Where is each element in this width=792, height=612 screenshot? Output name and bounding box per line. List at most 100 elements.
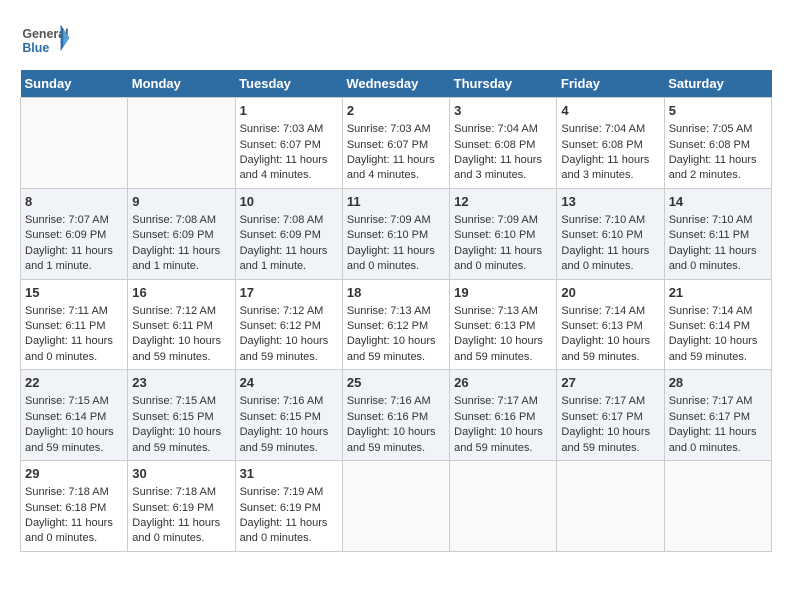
calendar-day-cell: 29 Sunrise: 7:18 AM Sunset: 6:18 PM Dayl… (21, 461, 128, 552)
day-number: 20 (561, 284, 659, 302)
sunrise-text: Sunrise: 7:14 AM (669, 304, 767, 319)
calendar-day-cell: 12 Sunrise: 7:09 AM Sunset: 6:10 PM Dayl… (450, 188, 557, 279)
sunset-text: Sunset: 6:07 PM (240, 138, 338, 153)
sunrise-text: Sunrise: 7:08 AM (132, 213, 230, 228)
calendar-week-row: 15 Sunrise: 7:11 AM Sunset: 6:11 PM Dayl… (21, 279, 772, 370)
day-number: 29 (25, 465, 123, 483)
weekday-header: Wednesday (342, 70, 449, 98)
day-number: 5 (669, 102, 767, 120)
sunrise-text: Sunrise: 7:13 AM (454, 304, 552, 319)
sunrise-text: Sunrise: 7:04 AM (561, 122, 659, 137)
day-number: 27 (561, 374, 659, 392)
daylight-label: Daylight: 11 hours and 1 minute. (25, 244, 123, 275)
sunset-text: Sunset: 6:13 PM (454, 319, 552, 334)
sunset-text: Sunset: 6:08 PM (561, 138, 659, 153)
sunrise-text: Sunrise: 7:14 AM (561, 304, 659, 319)
calendar-day-cell: 18 Sunrise: 7:13 AM Sunset: 6:12 PM Dayl… (342, 279, 449, 370)
sunset-text: Sunset: 6:10 PM (454, 228, 552, 243)
daylight-label: Daylight: 10 hours and 59 minutes. (454, 334, 552, 365)
day-number: 28 (669, 374, 767, 392)
weekday-header: Monday (128, 70, 235, 98)
daylight-label: Daylight: 10 hours and 59 minutes. (240, 334, 338, 365)
sunset-text: Sunset: 6:07 PM (347, 138, 445, 153)
daylight-label: Daylight: 11 hours and 0 minutes. (25, 516, 123, 547)
calendar-day-cell: 25 Sunrise: 7:16 AM Sunset: 6:16 PM Dayl… (342, 370, 449, 461)
daylight-label: Daylight: 10 hours and 59 minutes. (240, 425, 338, 456)
daylight-label: Daylight: 11 hours and 0 minutes. (132, 516, 230, 547)
calendar-day-cell: 17 Sunrise: 7:12 AM Sunset: 6:12 PM Dayl… (235, 279, 342, 370)
logo: General Blue (20, 20, 74, 60)
daylight-label: Daylight: 11 hours and 0 minutes. (669, 244, 767, 275)
sunrise-text: Sunrise: 7:11 AM (25, 304, 123, 319)
daylight-label: Daylight: 11 hours and 0 minutes. (561, 244, 659, 275)
sunset-text: Sunset: 6:16 PM (347, 410, 445, 425)
daylight-label: Daylight: 11 hours and 1 minute. (240, 244, 338, 275)
sunrise-text: Sunrise: 7:13 AM (347, 304, 445, 319)
daylight-label: Daylight: 11 hours and 1 minute. (132, 244, 230, 275)
calendar-week-row: 29 Sunrise: 7:18 AM Sunset: 6:18 PM Dayl… (21, 461, 772, 552)
sunset-text: Sunset: 6:16 PM (454, 410, 552, 425)
calendar-day-cell (557, 461, 664, 552)
calendar-day-cell: 27 Sunrise: 7:17 AM Sunset: 6:17 PM Dayl… (557, 370, 664, 461)
sunset-text: Sunset: 6:15 PM (132, 410, 230, 425)
daylight-label: Daylight: 11 hours and 3 minutes. (561, 153, 659, 184)
day-number: 3 (454, 102, 552, 120)
sunrise-text: Sunrise: 7:12 AM (240, 304, 338, 319)
calendar-day-cell: 9 Sunrise: 7:08 AM Sunset: 6:09 PM Dayli… (128, 188, 235, 279)
sunset-text: Sunset: 6:19 PM (240, 501, 338, 516)
daylight-label: Daylight: 11 hours and 0 minutes. (669, 425, 767, 456)
calendar-day-cell: 1 Sunrise: 7:03 AM Sunset: 6:07 PM Dayli… (235, 98, 342, 189)
day-number: 13 (561, 193, 659, 211)
sunrise-text: Sunrise: 7:07 AM (25, 213, 123, 228)
sunrise-text: Sunrise: 7:18 AM (132, 485, 230, 500)
calendar-day-cell: 22 Sunrise: 7:15 AM Sunset: 6:14 PM Dayl… (21, 370, 128, 461)
sunset-text: Sunset: 6:11 PM (669, 228, 767, 243)
daylight-label: Daylight: 11 hours and 2 minutes. (669, 153, 767, 184)
sunset-text: Sunset: 6:17 PM (561, 410, 659, 425)
day-number: 18 (347, 284, 445, 302)
day-number: 30 (132, 465, 230, 483)
daylight-label: Daylight: 10 hours and 59 minutes. (454, 425, 552, 456)
calendar-day-cell: 3 Sunrise: 7:04 AM Sunset: 6:08 PM Dayli… (450, 98, 557, 189)
day-number: 24 (240, 374, 338, 392)
calendar-week-row: 8 Sunrise: 7:07 AM Sunset: 6:09 PM Dayli… (21, 188, 772, 279)
sunset-text: Sunset: 6:09 PM (25, 228, 123, 243)
sunrise-text: Sunrise: 7:15 AM (132, 394, 230, 409)
sunrise-text: Sunrise: 7:08 AM (240, 213, 338, 228)
calendar-day-cell: 5 Sunrise: 7:05 AM Sunset: 6:08 PM Dayli… (664, 98, 771, 189)
daylight-label: Daylight: 10 hours and 59 minutes. (669, 334, 767, 365)
calendar-day-cell: 4 Sunrise: 7:04 AM Sunset: 6:08 PM Dayli… (557, 98, 664, 189)
calendar-day-cell: 8 Sunrise: 7:07 AM Sunset: 6:09 PM Dayli… (21, 188, 128, 279)
sunrise-text: Sunrise: 7:04 AM (454, 122, 552, 137)
day-number: 12 (454, 193, 552, 211)
logo-icon: General Blue (20, 20, 70, 60)
sunrise-text: Sunrise: 7:05 AM (669, 122, 767, 137)
weekday-header: Sunday (21, 70, 128, 98)
day-number: 14 (669, 193, 767, 211)
weekday-header-row: SundayMondayTuesdayWednesdayThursdayFrid… (21, 70, 772, 98)
calendar-day-cell: 13 Sunrise: 7:10 AM Sunset: 6:10 PM Dayl… (557, 188, 664, 279)
daylight-label: Daylight: 11 hours and 4 minutes. (347, 153, 445, 184)
day-number: 22 (25, 374, 123, 392)
weekday-header: Thursday (450, 70, 557, 98)
daylight-label: Daylight: 11 hours and 0 minutes. (454, 244, 552, 275)
weekday-header: Friday (557, 70, 664, 98)
svg-text:Blue: Blue (22, 41, 49, 55)
calendar-day-cell: 24 Sunrise: 7:16 AM Sunset: 6:15 PM Dayl… (235, 370, 342, 461)
sunset-text: Sunset: 6:11 PM (132, 319, 230, 334)
sunset-text: Sunset: 6:14 PM (25, 410, 123, 425)
sunset-text: Sunset: 6:12 PM (347, 319, 445, 334)
sunrise-text: Sunrise: 7:17 AM (454, 394, 552, 409)
calendar-day-cell: 10 Sunrise: 7:08 AM Sunset: 6:09 PM Dayl… (235, 188, 342, 279)
day-number: 10 (240, 193, 338, 211)
sunrise-text: Sunrise: 7:09 AM (347, 213, 445, 228)
daylight-label: Daylight: 10 hours and 59 minutes. (561, 334, 659, 365)
sunset-text: Sunset: 6:09 PM (240, 228, 338, 243)
daylight-label: Daylight: 11 hours and 0 minutes. (25, 334, 123, 365)
calendar-day-cell: 23 Sunrise: 7:15 AM Sunset: 6:15 PM Dayl… (128, 370, 235, 461)
sunset-text: Sunset: 6:18 PM (25, 501, 123, 516)
day-number: 2 (347, 102, 445, 120)
daylight-label: Daylight: 11 hours and 0 minutes. (347, 244, 445, 275)
calendar-day-cell (128, 98, 235, 189)
daylight-label: Daylight: 11 hours and 4 minutes. (240, 153, 338, 184)
